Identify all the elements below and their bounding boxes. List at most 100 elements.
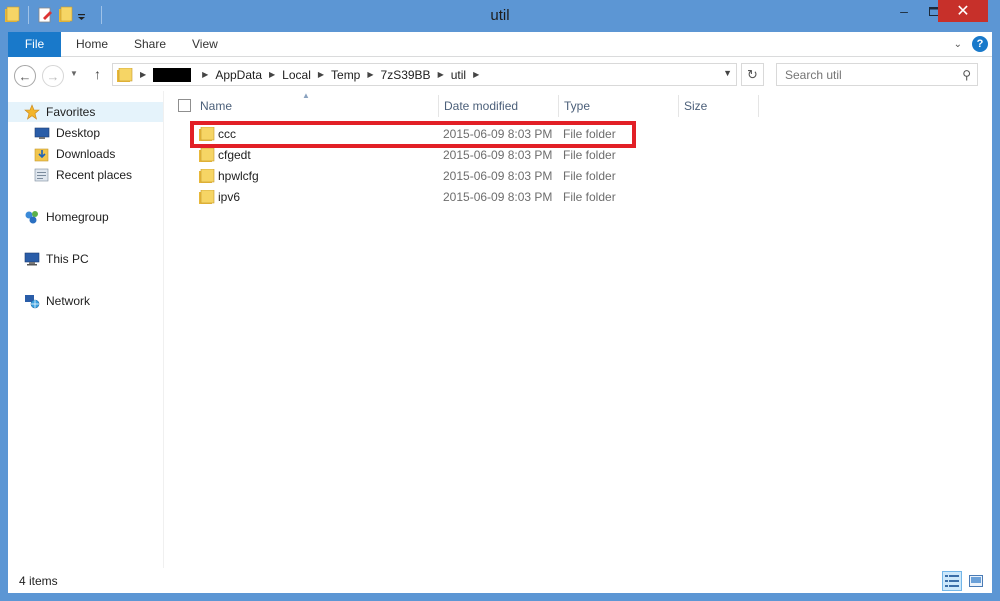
- ribbon-controls: ⌄ ?: [954, 36, 988, 52]
- tab-share[interactable]: Share: [134, 32, 166, 57]
- nav-item-desktop[interactable]: Desktop: [34, 123, 100, 143]
- star-icon: [24, 104, 40, 120]
- network-icon: [24, 293, 40, 309]
- tab-view[interactable]: View: [192, 32, 218, 57]
- column-header-date-modified[interactable]: Date modified: [444, 95, 558, 117]
- breadcrumb-util[interactable]: util: [451, 68, 466, 82]
- folder-icon: [199, 126, 215, 141]
- navigation-pane[interactable]: Favorites Desktop Downloads Recent place…: [8, 91, 164, 568]
- file-date: 2015-06-09 8:03 PM: [443, 147, 553, 162]
- downloads-icon: [34, 146, 50, 162]
- large-icons-view-icon: [969, 575, 983, 587]
- column-label: Name: [200, 99, 233, 113]
- homegroup-icon: [24, 209, 40, 225]
- breadcrumb-temp[interactable]: Temp: [331, 68, 360, 82]
- chevron-right-icon[interactable]: ▶: [202, 70, 208, 79]
- file-name: cfgedt: [218, 147, 251, 162]
- ribbon-tabs: File Home Share View ⌄ ?: [8, 32, 992, 57]
- refresh-icon: ↻: [747, 66, 758, 82]
- recent-locations-button[interactable]: ▼: [70, 69, 78, 78]
- file-name: ccc: [218, 126, 236, 141]
- title-bar[interactable]: util – ✕: [0, 0, 1000, 32]
- file-type: File folder: [563, 147, 616, 162]
- forward-button[interactable]: →: [42, 65, 64, 87]
- navigation-bar: ← → ▼ ↑ ▶ ▶ AppData ▶ Local ▶ Temp ▶ 7zS…: [8, 57, 992, 91]
- file-type: File folder: [563, 126, 616, 141]
- file-row-ipv6[interactable]: ipv6 2015-06-09 8:03 PM File folder: [190, 186, 630, 207]
- folder-icon: [117, 67, 133, 82]
- details-view-icon: [945, 575, 959, 587]
- close-button[interactable]: ✕: [938, 0, 988, 22]
- file-row-cfgedt[interactable]: cfgedt 2015-06-09 8:03 PM File folder: [190, 144, 630, 165]
- breadcrumb-appdata[interactable]: AppData: [215, 68, 262, 82]
- item-count: 4 items: [19, 574, 58, 588]
- column-divider[interactable]: [558, 95, 559, 117]
- column-divider[interactable]: [678, 95, 679, 117]
- folder-icon: [199, 189, 215, 204]
- nav-item-label: Homegroup: [46, 210, 109, 224]
- breadcrumb-7zs39bb[interactable]: 7zS39BB: [381, 68, 431, 82]
- file-type: File folder: [563, 189, 616, 204]
- back-button[interactable]: ←: [14, 65, 36, 87]
- file-list[interactable]: ▲ Name Date modified Type Size ccc 2015-…: [165, 91, 992, 568]
- file-name: hpwlcfg: [218, 168, 259, 183]
- search-box[interactable]: ⚲: [776, 63, 978, 86]
- column-divider[interactable]: [438, 95, 439, 117]
- file-date: 2015-06-09 8:03 PM: [443, 189, 553, 204]
- file-type: File folder: [563, 168, 616, 183]
- large-icons-view-button[interactable]: [966, 571, 986, 591]
- file-row-hpwlcfg[interactable]: hpwlcfg 2015-06-09 8:03 PM File folder: [190, 165, 630, 186]
- column-header-name[interactable]: Name: [200, 95, 438, 117]
- nav-item-downloads[interactable]: Downloads: [34, 144, 115, 164]
- window-title: util: [490, 7, 510, 24]
- nav-item-favorites[interactable]: Favorites: [8, 102, 163, 122]
- details-view-button[interactable]: [942, 571, 962, 591]
- column-label: Date modified: [444, 99, 519, 113]
- folder-icon: [199, 168, 215, 183]
- search-icon[interactable]: ⚲: [962, 68, 971, 82]
- redacted-user-name[interactable]: [153, 67, 192, 82]
- column-header-size[interactable]: Size: [684, 95, 758, 117]
- file-name: ipv6: [218, 189, 241, 204]
- folder-icon: [199, 147, 215, 162]
- column-label: Size: [684, 99, 708, 113]
- search-input[interactable]: [777, 64, 947, 85]
- file-date: 2015-06-09 8:03 PM: [443, 126, 553, 141]
- column-label: Type: [564, 99, 591, 113]
- recent-places-icon: [34, 167, 50, 183]
- minimize-button[interactable]: –: [890, 0, 918, 22]
- refresh-button[interactable]: ↻: [741, 63, 764, 86]
- nav-item-label: Favorites: [46, 105, 96, 119]
- arrow-right-icon: →: [46, 68, 60, 84]
- nav-item-label: Desktop: [56, 126, 101, 140]
- nav-item-homegroup[interactable]: Homegroup: [24, 207, 109, 227]
- nav-item-this-pc[interactable]: This PC: [24, 249, 89, 269]
- chevron-right-icon[interactable]: ▶: [269, 70, 275, 79]
- content-area: Favorites Desktop Downloads Recent place…: [8, 91, 992, 568]
- address-bar[interactable]: ▶ ▶ AppData ▶ Local ▶ Temp ▶ 7zS39BB ▶ u…: [112, 63, 737, 86]
- chevron-right-icon[interactable]: ▶: [473, 70, 479, 79]
- expand-ribbon-icon[interactable]: ⌄: [954, 39, 962, 50]
- nav-item-label: Downloads: [56, 147, 116, 161]
- chevron-right-icon[interactable]: ▶: [438, 70, 444, 79]
- computer-icon: [24, 251, 40, 267]
- desktop-icon: [34, 125, 50, 141]
- column-header-type[interactable]: Type: [564, 95, 678, 117]
- tab-file[interactable]: File: [8, 32, 61, 57]
- help-icon[interactable]: ?: [972, 36, 988, 52]
- chevron-right-icon[interactable]: ▶: [140, 70, 146, 79]
- chevron-right-icon[interactable]: ▶: [318, 70, 324, 79]
- select-all-checkbox[interactable]: [178, 99, 191, 112]
- nav-item-recent-places[interactable]: Recent places: [34, 165, 132, 185]
- file-row-ccc[interactable]: ccc 2015-06-09 8:03 PM File folder: [190, 123, 630, 144]
- up-button[interactable]: ↑: [94, 66, 101, 82]
- explorer-window: util – ✕ File Home Share View ⌄ ? ← → ▼ …: [0, 0, 1000, 601]
- status-bar: 4 items: [8, 568, 992, 593]
- breadcrumb-local[interactable]: Local: [282, 68, 311, 82]
- nav-item-network[interactable]: Network: [24, 291, 90, 311]
- chevron-down-icon[interactable]: ▼: [723, 68, 732, 78]
- tab-home[interactable]: Home: [76, 32, 108, 57]
- nav-item-label: Recent places: [56, 168, 133, 182]
- column-divider[interactable]: [758, 95, 759, 117]
- chevron-right-icon[interactable]: ▶: [367, 70, 373, 79]
